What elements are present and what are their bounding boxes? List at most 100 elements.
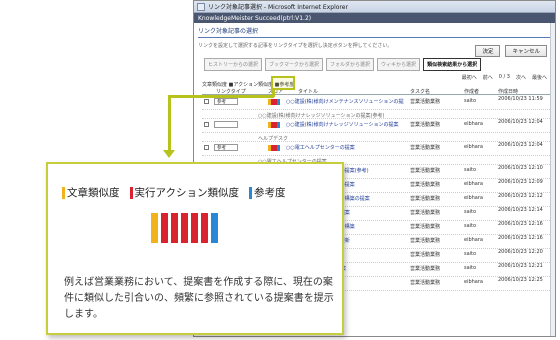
window-titlebar: リンク対象記事選択 - Microsoft Internet Explorer xyxy=(194,1,555,13)
row-date: 2006/10/23 12:04 xyxy=(498,142,543,148)
pager-next[interactable]: 次へ xyxy=(516,74,526,81)
row-title-link[interactable]: ○○電工ヘルプセンターの提案 xyxy=(286,144,404,151)
row-user: saito xyxy=(464,223,477,229)
tab-wiki[interactable]: ウィキから選択 xyxy=(377,58,421,71)
legend-label: 参考度 xyxy=(253,187,286,199)
row-category: 営業活動業務 xyxy=(410,224,441,230)
score-bar xyxy=(191,213,198,243)
pager-prev[interactable]: 前へ xyxy=(483,74,493,81)
row-date: 2006/10/23 12:16 xyxy=(498,235,543,241)
legend-label: 実行アクション類似度 xyxy=(134,187,239,199)
score-bar xyxy=(211,213,218,243)
row-date: 2006/10/23 12:16 xyxy=(498,221,543,227)
scrollbar[interactable] xyxy=(550,23,555,336)
row-date: 2006/10/23 12:10 xyxy=(498,165,543,171)
row-category: 営業活動業務 xyxy=(410,252,441,258)
row-user: saito xyxy=(464,265,477,271)
row-date: 2006/10/23 12:25 xyxy=(498,277,543,283)
col-date: 作成日時 xyxy=(498,89,519,95)
row-user: saito xyxy=(464,98,477,104)
legend-item: 文章類似度 xyxy=(62,185,120,200)
row-category: 営業活動業務 xyxy=(410,168,441,174)
row-category: 営業活動業務 xyxy=(410,266,441,272)
sub-row-title: ヘルプデスク xyxy=(258,136,289,142)
tab-history[interactable]: ヒストリーからの選択 xyxy=(204,58,263,71)
row-category: 営業活動業務 xyxy=(410,99,441,105)
connector-line xyxy=(168,95,274,98)
row-checkbox[interactable] xyxy=(204,122,209,127)
row-date: 2006/10/23 12:20 xyxy=(498,249,543,255)
tab-similar-search[interactable]: 類似検索結果から選択 xyxy=(423,58,482,71)
table-row: 参考 ○○建設(株)様向けメンテナンスソリューションの提案 営業活動業務 saito 2… xyxy=(202,96,550,110)
linktype-select[interactable]: 参考 xyxy=(214,98,238,105)
score-bars-illustration xyxy=(151,213,218,243)
row-date: 2006/10/23 12:21 xyxy=(498,263,543,269)
row-date: 2006/10/23 12:14 xyxy=(498,207,543,213)
row-user: eibhara xyxy=(464,144,483,150)
row-category: 営業活動業務 xyxy=(410,210,441,216)
tab-bookmark[interactable]: ブックマークから選択 xyxy=(265,58,324,71)
score-bar xyxy=(181,213,188,243)
row-user: eibhara xyxy=(464,181,483,187)
row-category: 営業活動業務 xyxy=(410,182,441,188)
table-row: ○○建設(株)様向けナレッジソリューションの提案 営業活動業務 eibhara 200… xyxy=(202,119,550,133)
row-user: eibhara xyxy=(464,121,483,127)
row-title-link[interactable]: ○○建設(株)様向けナレッジソリューションの提案 xyxy=(286,121,404,128)
row-category: 営業活動業務 xyxy=(410,145,441,151)
row-user: saito xyxy=(464,167,477,173)
row-category: 営業活動業務 xyxy=(410,196,441,202)
ie-icon xyxy=(197,2,205,11)
source-tabs: ヒストリーからの選択 ブックマークから選択 フォルダから選択 ウィキから選択 類… xyxy=(204,58,482,71)
table-header: リンクタイプ スコア タイトル タスク名 作成者 作成日時 xyxy=(202,87,550,95)
score-bars xyxy=(268,99,280,105)
table-row: 参考 ○○電工ヘルプセンターの提案 営業活動業務 eibhara 2006/10/23 … xyxy=(202,142,550,156)
row-user: saito xyxy=(464,251,477,257)
row-date: 2006/10/23 12:09 xyxy=(498,179,543,185)
window-title: リンク対象記事選択 - Microsoft Internet Explorer xyxy=(208,4,348,11)
connector-line xyxy=(168,97,171,152)
explanation-callout: 文章類似度 実行アクション類似度 参考度 例えば営業業務において、提案書を作成する際… xyxy=(46,162,344,335)
legend-swatch xyxy=(248,186,252,199)
legend-swatch xyxy=(62,186,65,199)
app-bar: KnowledgeMeister Succeed(ptrl:V1.2) xyxy=(194,13,555,23)
score-bars xyxy=(268,145,280,151)
pager: 最初へ 前へ 0 / 3 次へ 最後へ xyxy=(462,74,547,81)
score-bar xyxy=(161,213,168,243)
row-checkbox[interactable] xyxy=(204,145,209,150)
linktype-select[interactable] xyxy=(214,121,238,128)
pager-first[interactable]: 最初へ xyxy=(462,74,477,81)
callout-text: 例えば営業業務において、提案書を作成する際に、現在の案件に類似した引合いの、頻繁… xyxy=(64,277,334,320)
linktype-select[interactable]: 参考 xyxy=(214,144,238,151)
tab-folder[interactable]: フォルダから選択 xyxy=(326,58,375,71)
row-date: 2006/10/23 12:04 xyxy=(498,119,543,125)
sub-row: ○○建設(株)様向けナレッジソリューションの提案(参考) xyxy=(202,110,550,119)
row-user: eibhara xyxy=(464,237,483,243)
row-category: 営業活動業務 xyxy=(410,280,441,286)
col-title: タイトル xyxy=(298,89,319,95)
row-category: 営業活動業務 xyxy=(410,238,441,244)
col-user: 作成者 xyxy=(464,89,480,95)
score-bar xyxy=(201,213,208,243)
score-bar xyxy=(171,213,178,243)
legend-label: 文章類似度 xyxy=(67,187,120,199)
row-user: saito xyxy=(464,209,477,215)
row-checkbox[interactable] xyxy=(204,99,209,104)
row-user: eibhara xyxy=(464,195,483,201)
sub-row-title: ○○建設(株)様向けナレッジソリューションの提案(参考) xyxy=(258,113,385,119)
sub-row: ヘルプデスク xyxy=(202,133,550,142)
legend-swatch xyxy=(129,186,133,199)
legend-item: 実行アクション類似度 xyxy=(129,185,239,200)
pager-last[interactable]: 最後へ xyxy=(532,74,547,81)
pager-page: 0 / 3 xyxy=(498,74,510,80)
ok-button[interactable]: 決定 xyxy=(475,45,501,57)
down-arrow-icon xyxy=(163,150,175,158)
score-legend: 文章類似度 実行アクション類似度 参考度 xyxy=(62,185,285,200)
legend-item: 参考度 xyxy=(248,185,286,200)
score-bars xyxy=(268,122,280,128)
row-title-link[interactable]: ○○建設(株)様向けメンテナンスソリューションの提案 xyxy=(286,98,404,105)
col-category: タスク名 xyxy=(410,89,431,95)
row-date: 2006/10/23 11:59 xyxy=(498,96,543,102)
cancel-button[interactable]: キャンセル xyxy=(505,45,547,57)
page-title: リンク対象記事の選択 xyxy=(198,26,551,38)
action-buttons: 決定 キャンセル xyxy=(475,45,547,57)
